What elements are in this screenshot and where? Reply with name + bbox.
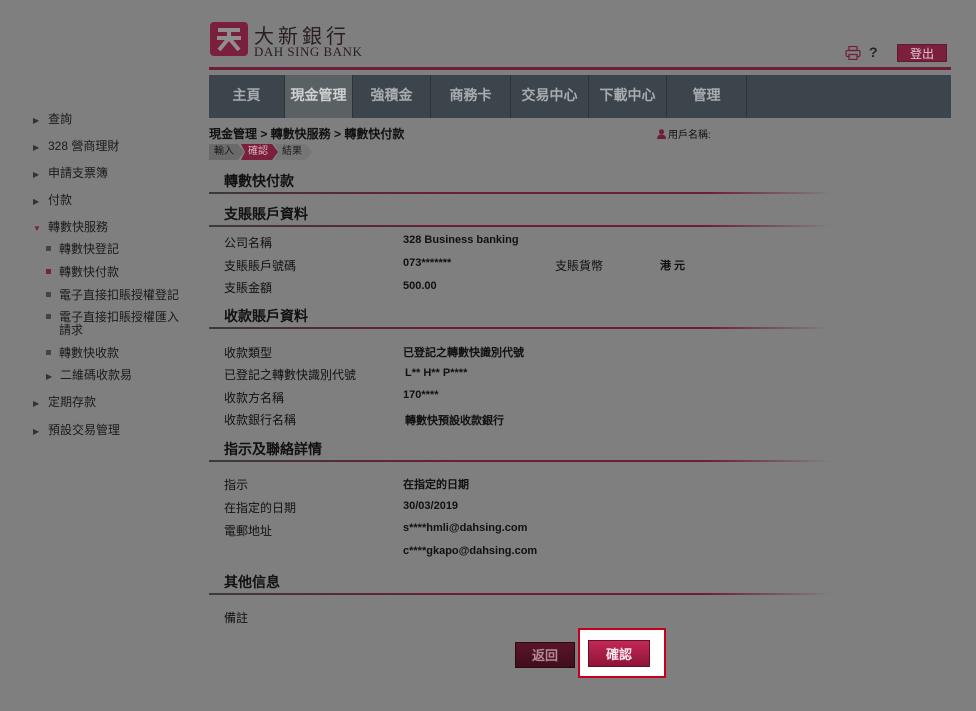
nav-admin[interactable]: 管理 — [667, 75, 747, 118]
payee-bank-label: 收款銀行名稱 — [224, 413, 297, 427]
step-result: 結果 — [275, 144, 312, 160]
brand-name-en: DAH SING BANK — [254, 44, 363, 59]
sidebar-sub-label: 轉數快收款 — [59, 346, 120, 360]
bullet-icon — [46, 269, 51, 274]
dahsing-logo-icon — [210, 22, 248, 56]
triangle-right-icon: ▶ — [33, 170, 40, 179]
logout-button[interactable]: 登出 — [897, 44, 947, 62]
page-title: 轉數快付款 — [224, 173, 294, 189]
sidebar-item-label: 付款 — [48, 193, 73, 207]
sidebar-item-enquiry[interactable]: ▶ 查詢 — [33, 110, 72, 127]
instruction-value: 在指定的日期 — [403, 479, 469, 491]
sidebar-sub-label: 電子直接扣賬授權登記 — [59, 288, 180, 302]
bullet-icon — [46, 350, 51, 355]
user-label-text: 用戶名稱: — [668, 130, 711, 141]
nav-transaction-center[interactable]: 交易中心 — [511, 75, 589, 118]
confirm-highlight: 確認 — [578, 628, 666, 678]
sidebar-item-label: 轉數快服務 — [48, 220, 109, 234]
nav-home[interactable]: 主頁 — [209, 75, 285, 118]
section-divider — [209, 460, 831, 462]
sidebar-item-label: 查詢 — [48, 112, 73, 126]
section-divider — [209, 593, 831, 595]
payee-type-label: 收款類型 — [224, 346, 273, 360]
triangle-right-icon: ▶ — [33, 399, 40, 408]
sidebar-item-label: 預設交易管理 — [48, 423, 121, 437]
bank-logo: 大新銀行 DAH SING BANK — [210, 20, 370, 60]
payee-bank-value: 轉數快預設收款銀行 — [405, 415, 504, 427]
sidebar-item-328-business[interactable]: ▶ 328 營商理財 — [33, 137, 119, 154]
instruction-section-title: 指示及聯絡詳情 — [224, 441, 322, 457]
help-icon[interactable]: ? — [869, 44, 878, 60]
step-confirm: 確認 — [241, 144, 278, 160]
sidebar-item-cheque-book[interactable]: ▶ 申請支票簿 — [33, 164, 108, 181]
main-nav: 主頁 現金管理 強積金 商務卡 交易中心 下載中心 管理 — [209, 75, 951, 118]
sidebar-sub-edda-register[interactable]: 電子直接扣賬授權登記 — [46, 286, 179, 303]
company-label: 公司名稱 — [224, 236, 273, 250]
nav-business-card[interactable]: 商務卡 — [431, 75, 511, 118]
sidebar-sub-label: 二維碼收款易 — [60, 368, 133, 382]
breadcrumb: 現金管理 > 轉數快服務 > 轉數快付款 — [209, 127, 405, 141]
sidebar-item-time-deposit[interactable]: ▶ 定期存款 — [33, 393, 96, 410]
email-value-2: c****gkapo@dahsing.com — [403, 545, 538, 557]
bullet-icon — [46, 246, 51, 251]
triangle-right-icon: ▶ — [33, 427, 40, 436]
back-button[interactable]: 返回 — [515, 642, 575, 668]
progress-steps: 輸入 確認 結果 — [209, 144, 309, 160]
payee-proxy-label: 已登記之轉數快識別代號 — [224, 368, 357, 382]
printer-icon[interactable] — [845, 46, 861, 60]
triangle-right-icon: ▶ — [46, 372, 53, 381]
user-icon — [657, 129, 666, 139]
triangle-down-icon: ▼ — [33, 224, 41, 233]
header-tools: ? 登出 — [845, 44, 955, 64]
sidebar-sub-edda-import-cont[interactable]: 請求 — [59, 321, 83, 338]
payee-name-label: 收款方名稱 — [224, 391, 285, 405]
sidebar-item-label: 申請支票簿 — [48, 166, 109, 180]
header-divider — [209, 67, 951, 70]
sidebar-sub-fps-register[interactable]: 轉數快登記 — [46, 240, 119, 257]
payee-proxy-value: L** H** P**** — [405, 367, 468, 379]
section-divider — [209, 327, 831, 329]
debit-account-label: 支賬賬戶號碼 — [224, 259, 297, 273]
debit-currency-label: 支賬貨幣 — [555, 259, 604, 273]
sidebar-sub-label: 轉數快付款 — [59, 265, 120, 279]
debit-amount-value: 500.00 — [403, 280, 437, 292]
nav-mpf[interactable]: 強積金 — [353, 75, 431, 118]
debit-section-title: 支賬賬戶資料 — [224, 206, 308, 222]
date-label: 在指定的日期 — [224, 501, 297, 515]
date-value: 30/03/2019 — [403, 500, 459, 512]
debit-amount-label: 支賬金額 — [224, 281, 273, 295]
triangle-right-icon: ▶ — [33, 197, 40, 206]
nav-cash-management[interactable]: 現金管理 — [285, 75, 353, 118]
company-value: 328 Business banking — [403, 234, 519, 246]
sidebar-item-label: 定期存款 — [48, 395, 97, 409]
debit-account-value: 073******* — [403, 257, 452, 269]
other-section-title: 其他信息 — [224, 574, 280, 590]
sidebar-sub-fps-payment[interactable]: 轉數快付款 — [46, 263, 119, 280]
email-label: 電郵地址 — [224, 524, 273, 538]
sidebar-item-payment[interactable]: ▶ 付款 — [33, 191, 72, 208]
bullet-icon — [46, 292, 51, 297]
payee-section-title: 收款賬戶資料 — [224, 308, 308, 324]
user-name-label: 用戶名稱: — [657, 126, 711, 141]
payee-type-value: 已登記之轉數快識別代號 — [403, 347, 524, 359]
sidebar-item-preset-transactions[interactable]: ▶ 預設交易管理 — [33, 421, 120, 438]
sidebar-item-fps[interactable]: ▼ 轉數快服務 — [33, 218, 108, 235]
triangle-right-icon: ▶ — [33, 116, 40, 125]
sidebar-item-label: 328 營商理財 — [48, 139, 120, 153]
sidebar-sub-label: 轉數快登記 — [59, 242, 120, 256]
section-divider — [209, 192, 831, 194]
sidebar-sub-qr-collection[interactable]: ▶ 二維碼收款易 — [46, 366, 132, 383]
email-value-1: s****hmli@dahsing.com — [403, 522, 528, 534]
sidebar-sub-fps-collection[interactable]: 轉數快收款 — [46, 344, 119, 361]
instruction-label: 指示 — [224, 478, 249, 492]
bullet-icon — [46, 314, 51, 319]
triangle-right-icon: ▶ — [33, 143, 40, 152]
debit-currency-value: 港 元 — [660, 260, 686, 272]
confirm-button[interactable]: 確認 — [588, 640, 650, 667]
step-input: 輸入 — [209, 144, 244, 160]
section-divider — [209, 225, 831, 227]
remark-label: 備註 — [224, 611, 249, 625]
payee-name-value: 170**** — [403, 389, 439, 401]
nav-download-center[interactable]: 下載中心 — [589, 75, 667, 118]
